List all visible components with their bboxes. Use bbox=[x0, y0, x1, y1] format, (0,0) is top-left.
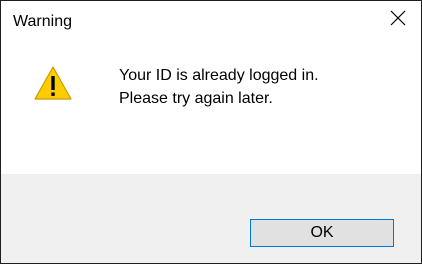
message-text: Your ID is already logged in. Please try… bbox=[119, 64, 319, 110]
warning-icon bbox=[34, 66, 72, 100]
message-line-1: Your ID is already logged in. bbox=[119, 67, 319, 84]
close-button[interactable] bbox=[375, 1, 421, 34]
warning-dialog: Warning Your ID is already logged in. Pl… bbox=[0, 0, 422, 264]
dialog-title: Warning bbox=[13, 13, 72, 30]
ok-button[interactable]: OK bbox=[250, 219, 394, 247]
message-line-2: Please try again later. bbox=[119, 90, 273, 107]
title-bar: Warning bbox=[1, 1, 421, 34]
close-icon bbox=[390, 10, 406, 25]
